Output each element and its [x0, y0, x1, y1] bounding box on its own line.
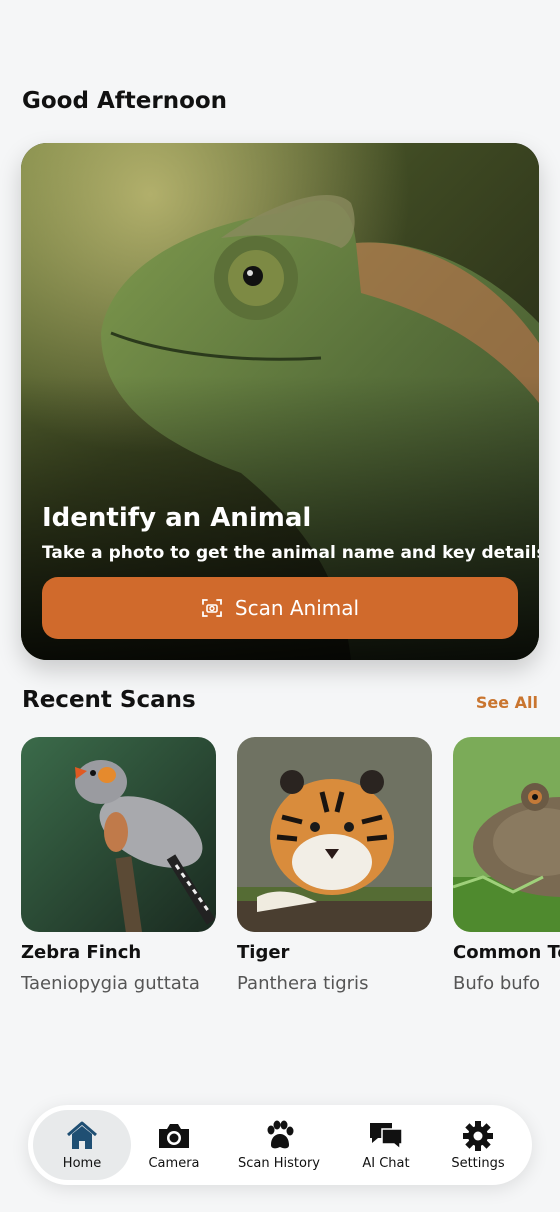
gear-icon — [463, 1120, 493, 1151]
identify-animal-card: Identify an Animal Take a photo to get t… — [21, 143, 539, 660]
scan-card-common-toad[interactable]: Common Toad Bufo bufo — [453, 737, 560, 994]
scan-scientific-name: Bufo bufo — [453, 973, 541, 994]
scan-animal-label: Scan Animal — [234, 596, 360, 620]
scan-scientific-name: Taeniopygia guttata — [21, 973, 200, 994]
toad-photo — [453, 737, 560, 932]
see-all-link[interactable]: See All — [476, 693, 538, 712]
tab-label: Settings — [451, 1155, 505, 1171]
tab-scan-history[interactable]: Scan History — [224, 1110, 334, 1180]
scan-animal-button[interactable]: Scan Animal — [42, 577, 518, 639]
tab-camera[interactable]: Camera — [136, 1110, 212, 1180]
camera-scan-icon — [201, 599, 222, 617]
scan-name: Common Toad — [453, 942, 560, 963]
bottom-tab-bar: Home Camera Scan History AI Chat Setting… — [28, 1105, 532, 1185]
zebra-finch-photo — [21, 737, 216, 932]
recent-scans-list: Zebra Finch Taeniopygia guttata Tiger Pa… — [21, 737, 560, 1057]
scan-scientific-name: Panthera tigris — [237, 973, 369, 994]
scan-name: Tiger — [237, 942, 290, 963]
scan-card-tiger[interactable]: Tiger Panthera tigris — [237, 737, 432, 994]
camera-icon — [159, 1123, 189, 1148]
tab-label: AI Chat — [362, 1155, 410, 1171]
hero-title: Identify an Animal — [42, 503, 312, 533]
recent-scans-title: Recent Scans — [22, 687, 196, 713]
scan-card-zebra-finch[interactable]: Zebra Finch Taeniopygia guttata — [21, 737, 216, 994]
greeting-title: Good Afternoon — [22, 88, 228, 114]
tab-ai-chat[interactable]: AI Chat — [346, 1110, 426, 1180]
chat-bubbles-icon — [370, 1122, 403, 1151]
tab-settings[interactable]: Settings — [438, 1110, 518, 1180]
hero-subtitle: Take a photo to get the animal name and … — [42, 543, 539, 563]
scan-name: Zebra Finch — [21, 942, 142, 963]
tab-label: Scan History — [238, 1155, 320, 1171]
tiger-photo — [237, 737, 432, 932]
tab-home[interactable]: Home — [33, 1110, 131, 1180]
paw-icon — [267, 1120, 294, 1148]
tab-label: Camera — [148, 1155, 200, 1171]
home-icon — [67, 1121, 97, 1149]
tab-label: Home — [62, 1155, 102, 1171]
